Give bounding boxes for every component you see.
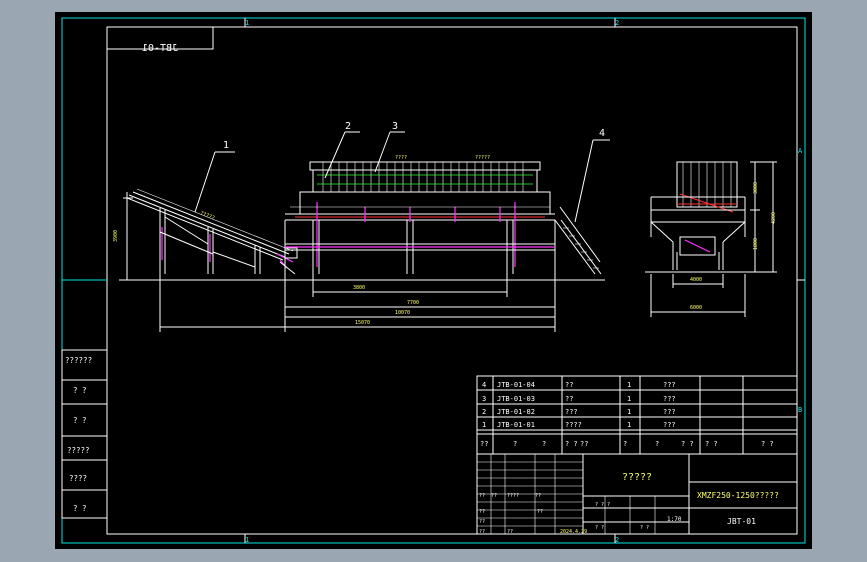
stair: [554, 206, 602, 275]
tag-left: ????: [395, 155, 407, 161]
leader-2: 2: [345, 121, 351, 132]
sign-cell: ??: [535, 493, 541, 499]
left-cell-3: ? ?: [73, 416, 87, 425]
parts-header-cell: ??: [480, 440, 488, 448]
parts-row-name: ???: [565, 408, 578, 416]
left-cell-2: ? ?: [73, 386, 87, 395]
parts-row-code: JTB-01-01: [497, 421, 535, 429]
sign-cell: ??: [507, 529, 513, 535]
dim-overall-length: 15070: [355, 320, 370, 326]
sign-cells: ????????????????????: [479, 493, 543, 535]
dim-total-length: 10070: [395, 310, 410, 316]
cad-viewport[interactable]: 2 1 2 1 A B JBT-01 ????? ???? ????? 1 2 …: [55, 12, 812, 549]
drawing-sheet: 2 1 2 1 A B JBT-01 ????? ???? ????? 1 2 …: [61, 17, 806, 544]
parts-row-no: 4: [482, 381, 486, 389]
parts-row-code: JTB-01-03: [497, 395, 535, 403]
parts-header-cell: ?: [542, 440, 546, 448]
leader-1: 1: [223, 140, 229, 151]
parts-row-qty: 1: [627, 421, 631, 429]
parts-header-cell: ? ?: [761, 440, 774, 448]
parts-row-qty: 1: [627, 395, 631, 403]
grid-mark-top-1: 1: [245, 19, 249, 27]
left-cell-5: ????: [69, 474, 87, 483]
parts-row-note: ???: [663, 408, 676, 416]
leader-3: 3: [392, 121, 398, 132]
parts-row-code: JTB-01-02: [497, 408, 535, 416]
mirrored-code: JBT-01: [142, 43, 178, 54]
filter-press: [284, 161, 556, 274]
grid-mark-top-2: 2: [615, 19, 619, 27]
grid-mark-bottom-1: 1: [245, 536, 249, 544]
dim-side-height-lower: 1800: [753, 238, 759, 250]
parts-row-name: ????: [565, 421, 582, 429]
parts-header: ????? ?????? ?? ?? ?: [480, 440, 774, 448]
sign-cell: ????: [507, 493, 519, 499]
leader-lines: [194, 131, 610, 223]
grid-mark-right-b: B: [798, 406, 802, 414]
parts-rows: 4 JTB-01-04?? 1 ??? 3 JTB-01-03?? 1 ??? 2 JTB-01-…: [482, 381, 676, 429]
parts-row-code: JTB-01-04: [497, 381, 535, 389]
parts-header-cell: ?: [623, 440, 627, 448]
dim-side-width-outer: 6000: [690, 305, 702, 311]
parts-row-qty: 1: [627, 408, 631, 416]
sign-cell: ??: [479, 493, 485, 499]
grid-mark-bottom-2: 2: [615, 536, 619, 544]
end-view: [650, 161, 746, 270]
dim-side-height-upper: 3000: [753, 182, 759, 194]
parts-header-cell: ?: [655, 440, 659, 448]
parts-row-note: ???: [663, 421, 676, 429]
parts-row-no: 3: [482, 395, 486, 403]
dim-side-width-inner: 4000: [690, 277, 702, 283]
title-product: XMZF250-1250?????: [697, 491, 779, 500]
conveyor: [126, 188, 298, 275]
parts-header-cell: ??: [580, 440, 588, 448]
title-drawing-no: JBT-01: [727, 517, 756, 526]
title-misc-3: ? ?: [640, 525, 649, 531]
dim-side-height-total: 4200: [771, 212, 777, 224]
sign-cell: ??: [537, 509, 543, 515]
title-misc-1: ? ? ?: [595, 502, 610, 508]
sign-cell: ??: [479, 519, 485, 525]
parts-row-note: ???: [663, 381, 676, 389]
parts-header-cell: ?: [513, 440, 517, 448]
left-cell-4: ?????: [67, 446, 90, 455]
left-column: [61, 349, 108, 519]
parts-row-name: ??: [565, 395, 573, 403]
left-cell-6: ? ?: [73, 504, 87, 513]
parts-header-cell: ? ?: [705, 440, 718, 448]
left-cell-1: ??????: [65, 356, 92, 365]
dim-conveyor-height: 3900: [113, 230, 119, 242]
dim-press-length: 7700: [407, 300, 419, 306]
title-center: ?????: [622, 472, 652, 483]
sign-cell: ??: [491, 493, 497, 499]
parts-row-name: ??: [565, 381, 573, 389]
dim-platform-span: 3800: [353, 285, 365, 291]
leader-4: 4: [599, 128, 605, 139]
parts-row-no: 2: [482, 408, 486, 416]
title-date: 2024.4.29: [560, 529, 587, 535]
title-misc-2: ? ?: [595, 525, 604, 531]
sign-cell: ??: [479, 509, 485, 515]
parts-row-qty: 1: [627, 381, 631, 389]
sign-cell: ??: [479, 529, 485, 535]
tag-right: ?????: [475, 155, 490, 161]
title-scale: 1:70: [667, 516, 682, 523]
parts-row-note: ???: [663, 395, 676, 403]
parts-header-cell: ? ?: [565, 440, 578, 448]
grid-mark-right-a: A: [798, 147, 803, 155]
parts-row-no: 1: [482, 421, 486, 429]
parts-header-cell: ? ?: [681, 440, 694, 448]
